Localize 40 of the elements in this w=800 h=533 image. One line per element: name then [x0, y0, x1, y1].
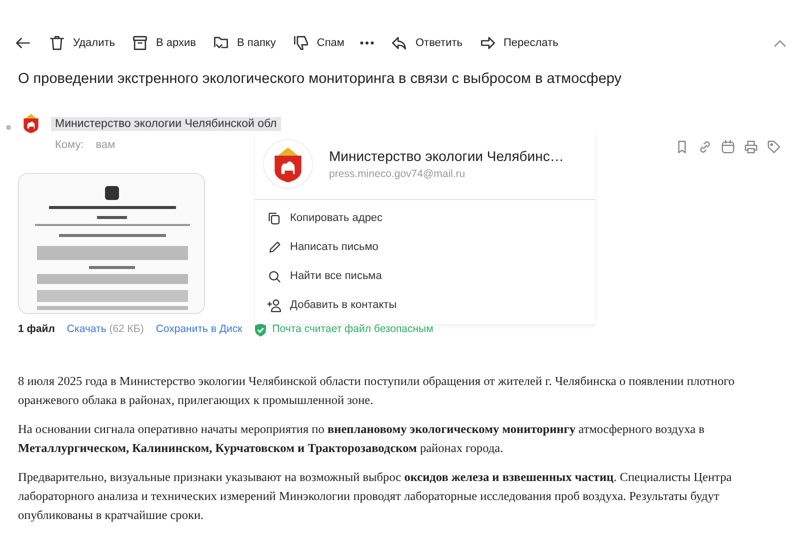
unread-dot [6, 124, 11, 130]
sender-name[interactable]: Министерство экологии Челябинской обл [51, 116, 281, 131]
file-count: 1 файл [18, 322, 55, 338]
contact-name: Министерство экологии Челябинс… [329, 146, 564, 166]
body-paragraph: Предварительно, визуальные признаки указывают на возможный выброс оксидов железа и взвешенных частиц. Специалисты Центра лабораторного анализа и технических измерений Минэкологии проводят лабораторные исследования проб воздуха. Результаты будут опубликованы в кратчайшие сроки. [18, 469, 733, 524]
file-size: (62 КБ) [109, 323, 144, 336]
calendar-icon [720, 138, 736, 155]
thumbs-down-icon [292, 34, 310, 52]
reply-icon [390, 34, 408, 52]
popup-menu-item[interactable]: Добавить в контакты [255, 291, 595, 320]
body-paragraph: На основании сигнала оперативно начаты мероприятия по внеплановому экологическому мониторингу атмосферного воздуха в Металлургическом, Калининском, Курчатовском и Тракторозаводском районах города. [18, 421, 706, 458]
pencil-icon [267, 240, 282, 255]
delete-button[interactable]: Удалить [40, 32, 123, 54]
to-label: Кому: [55, 138, 84, 151]
printer-icon [743, 138, 759, 155]
chevron-up-icon [774, 40, 786, 46]
popup-menu-item[interactable]: Копировать адрес [255, 204, 595, 233]
link-icon [697, 138, 713, 155]
popup-menu-item[interactable]: Написать письмо [255, 233, 595, 262]
contact-email: press.mineco.gov74@mail.ru [329, 166, 466, 182]
body-paragraph: 8 июля 2025 года в Министерство экологии Челябинской области поступили обращения от жителей г. Челябинска о появлении плотного оранжевого облака в районах, прилегающих к промышленной зоне. [18, 373, 736, 410]
tag-icon [766, 138, 782, 155]
save-to-disk-link[interactable]: Сохранить в Диск [156, 322, 242, 338]
archive-button[interactable]: В архив [123, 32, 204, 54]
reply-button[interactable]: Ответить [382, 32, 470, 54]
folder-button[interactable]: В папку [204, 32, 284, 54]
safety-notice: Почта считает файл безопасным [272, 322, 434, 338]
archive-icon [131, 34, 149, 52]
add-contact-icon [267, 298, 282, 313]
search-icon [267, 269, 282, 284]
spam-button[interactable]: Спам [284, 32, 352, 54]
trash-icon [48, 34, 66, 52]
forward-button[interactable]: Переслать [470, 32, 566, 54]
recipient: вам [96, 138, 116, 151]
copy-icon [267, 211, 282, 226]
forward-icon [478, 34, 496, 52]
email-subject: О проведении экстренного экологического мониторинга в связи с выбросом в атмосферу [18, 70, 623, 89]
popup-menu-item[interactable]: Найти все письма [255, 262, 595, 291]
download-link[interactable]: Скачать [66, 323, 106, 336]
more-icon [360, 41, 374, 45]
